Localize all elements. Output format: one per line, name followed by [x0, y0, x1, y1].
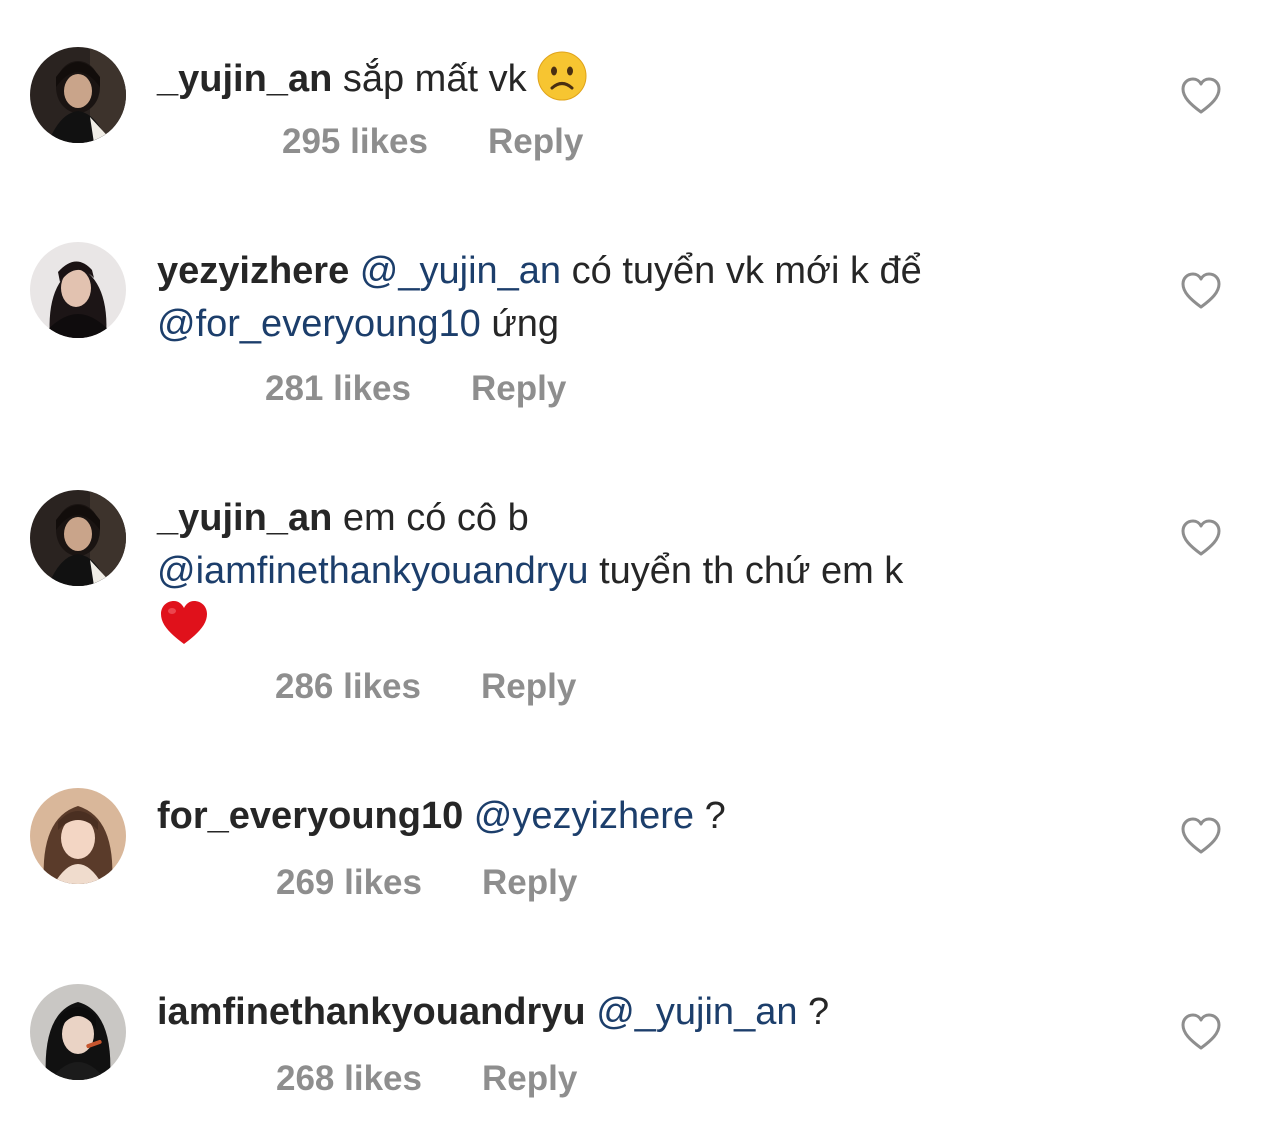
mention-link[interactable]: @yezyizhere — [474, 795, 694, 837]
comment-meta: 286 likes Reply — [275, 667, 576, 707]
comment-body: tuyển th chứ em k — [599, 550, 904, 592]
like-button[interactable] — [1180, 76, 1222, 116]
mention-link[interactable]: @iamfinethankyouandryu — [157, 550, 589, 592]
avatar[interactable] — [30, 788, 126, 884]
likes-count[interactable]: 269 likes — [276, 863, 422, 902]
comment-body: ? — [808, 991, 830, 1033]
comment-meta: 269 likes Reply — [276, 863, 577, 903]
comment-text: for_everyoung10 @yezyizhere ? — [157, 790, 1137, 843]
red-heart-icon — [157, 598, 207, 648]
like-button[interactable] — [1180, 816, 1222, 856]
likes-count[interactable]: 295 likes — [282, 122, 428, 161]
reply-button[interactable]: Reply — [482, 863, 577, 902]
frowning-face-icon — [537, 51, 587, 101]
avatar[interactable] — [30, 984, 126, 1080]
reply-button[interactable]: Reply — [481, 667, 576, 706]
comment-username[interactable]: _yujin_an — [157, 497, 332, 539]
comment-text: _yujin_an sắp mất vk — [157, 51, 1137, 106]
mention-link[interactable]: @_yujin_an — [360, 250, 561, 292]
comment-username[interactable]: iamfinethankyouandryu — [157, 991, 586, 1033]
comment-text: iamfinethankyouandryu @_yujin_an ? — [157, 986, 1137, 1039]
like-button[interactable] — [1180, 271, 1222, 311]
mention-link[interactable]: @_yujin_an — [596, 991, 797, 1033]
avatar[interactable] — [30, 490, 126, 586]
reply-button[interactable]: Reply — [471, 369, 566, 408]
comment-body: sắp mất vk — [342, 58, 527, 100]
comment-username[interactable]: for_everyoung10 — [157, 795, 463, 837]
comment-body: em có cô b — [342, 497, 529, 539]
comment-username[interactable]: _yujin_an — [157, 58, 332, 100]
avatar[interactable] — [30, 47, 126, 143]
comment-username[interactable]: yezyizhere — [157, 250, 349, 292]
heart-outline-icon — [1181, 77, 1221, 114]
likes-count[interactable]: 286 likes — [275, 667, 421, 706]
heart-outline-icon — [1181, 519, 1221, 556]
heart-outline-icon — [1181, 817, 1221, 854]
mention-link[interactable]: @for_everyoung10 — [157, 303, 481, 345]
likes-count[interactable]: 281 likes — [265, 369, 411, 408]
comment-meta: 295 likes Reply — [282, 122, 583, 162]
heart-outline-icon — [1181, 1013, 1221, 1050]
heart-outline-icon — [1181, 272, 1221, 309]
comment-meta: 281 likes Reply — [265, 369, 566, 409]
comment-body: ứng — [491, 303, 560, 345]
reply-button[interactable]: Reply — [482, 1059, 577, 1098]
comment-meta: 268 likes Reply — [276, 1059, 577, 1099]
comment-text: yezyizhere @_yujin_an có tuyển vk mới k … — [157, 245, 1137, 351]
like-button[interactable] — [1180, 518, 1222, 558]
comment-body: ? — [704, 795, 726, 837]
like-button[interactable] — [1180, 1012, 1222, 1052]
avatar[interactable] — [30, 242, 126, 338]
reply-button[interactable]: Reply — [488, 122, 583, 161]
likes-count[interactable]: 268 likes — [276, 1059, 422, 1098]
comment-text: _yujin_an em có cô b @iamfinethankyouand… — [157, 492, 1137, 651]
comment-body: có tuyển vk mới k để — [571, 250, 922, 292]
